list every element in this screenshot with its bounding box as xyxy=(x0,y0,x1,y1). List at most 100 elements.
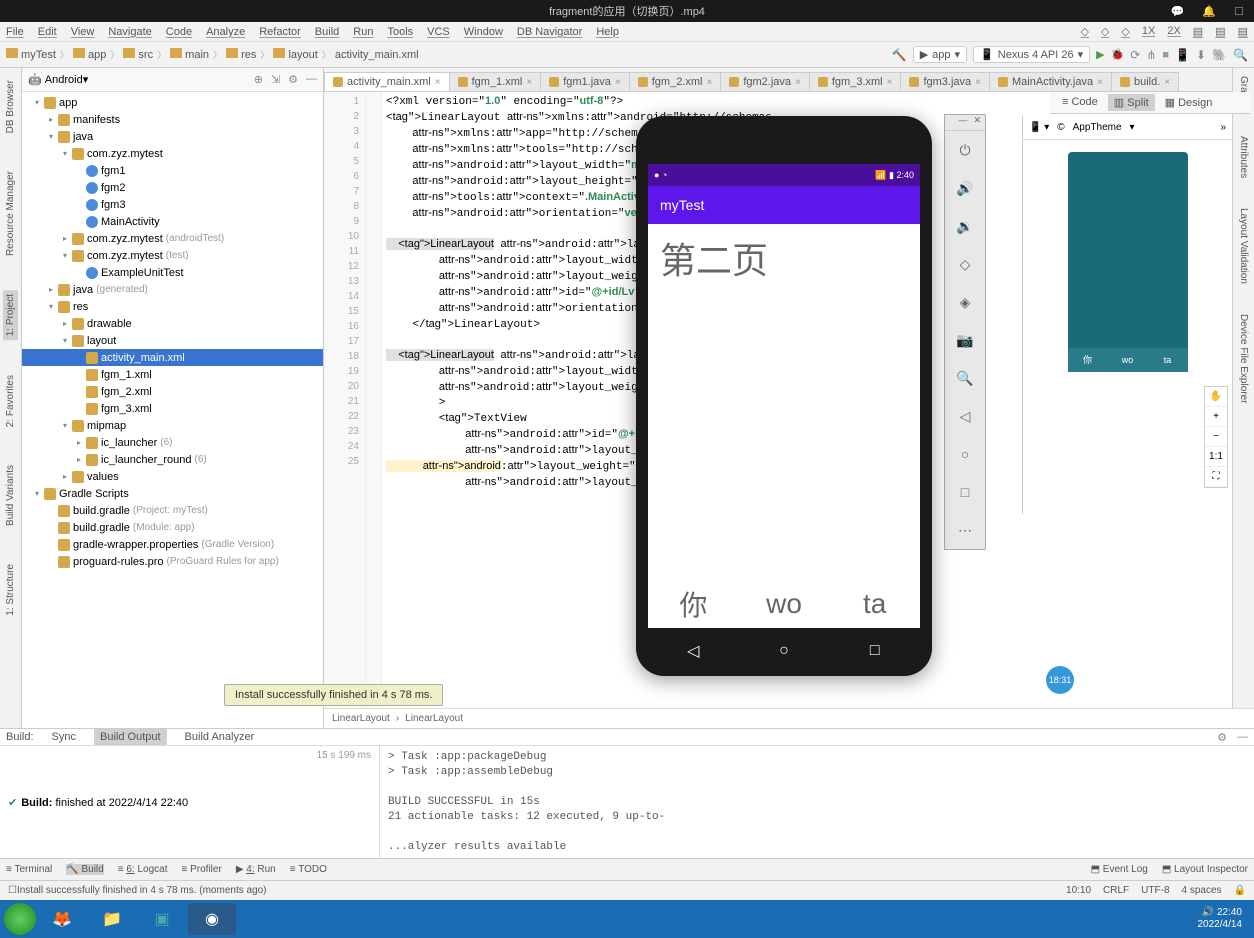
tab-1[interactable]: 你 xyxy=(648,580,739,628)
menu-db navigator[interactable]: DB Navigator xyxy=(517,26,582,38)
tree-item[interactable]: build.gradle (Project: myTest) xyxy=(22,502,323,519)
tree-item[interactable]: ▸ ic_launcher (6) xyxy=(22,434,323,451)
tree-item[interactable]: fgm3 xyxy=(22,196,323,213)
sdk-icon[interactable]: ⬇ xyxy=(1196,48,1206,62)
tab-3[interactable]: ta xyxy=(829,580,920,628)
tree-item[interactable]: ▾ java xyxy=(22,128,323,145)
tree-item[interactable]: ▾ Gradle Scripts xyxy=(22,485,323,502)
zoom-in[interactable]: + xyxy=(1205,407,1227,427)
editor-tab[interactable]: fgm_1.xml × xyxy=(449,72,542,91)
bottom-todo[interactable]: ≡ TODO xyxy=(290,864,327,875)
menu-navigate[interactable]: Navigate xyxy=(108,26,151,38)
attributes-tab[interactable]: Attributes xyxy=(1238,136,1249,178)
menu-build[interactable]: Build xyxy=(315,26,339,38)
breadcrumb-item[interactable]: main xyxy=(170,48,209,61)
zoom-icon[interactable]: 🔍 xyxy=(945,359,985,397)
tree-item[interactable]: build.gradle (Module: app) xyxy=(22,519,323,536)
device-explorer-tab[interactable]: Device File Explorer xyxy=(1238,314,1249,403)
tree-item[interactable]: ▾ layout xyxy=(22,332,323,349)
sync-tab[interactable]: Sync xyxy=(46,729,82,745)
more-icon[interactable]: ⋯ xyxy=(945,511,985,549)
zoom-real[interactable]: ⛶ xyxy=(1205,467,1227,487)
tree-item[interactable]: ▾ mipmap xyxy=(22,417,323,434)
editor-tab[interactable]: activity_main.xml × xyxy=(324,72,450,91)
sync-icon[interactable]: 🐘 xyxy=(1212,48,1227,62)
device-select[interactable]: 📱 ▾ xyxy=(1029,122,1049,133)
tree-item[interactable]: ▸ values xyxy=(22,468,323,485)
home-icon[interactable]: ○ xyxy=(945,435,985,473)
tree-item[interactable]: ▾ app xyxy=(22,94,323,111)
hide-icon[interactable]: — xyxy=(306,73,317,86)
menu-file[interactable]: File xyxy=(6,26,24,38)
tree-item[interactable]: ▾ com.zyz.mytest (test) xyxy=(22,247,323,264)
editor-breadcrumb[interactable]: LinearLayout › LinearLayout xyxy=(324,708,1254,728)
app-icon[interactable]: ▣ xyxy=(138,903,186,935)
favorites-tab[interactable]: 2: Favorites xyxy=(3,371,18,431)
tree-item[interactable]: fgm2 xyxy=(22,179,323,196)
resource-manager-tab[interactable]: Resource Manager xyxy=(3,167,18,260)
build-analyzer-tab[interactable]: Build Analyzer xyxy=(179,729,261,745)
menu-run[interactable]: Run xyxy=(353,26,373,38)
build-output-tab[interactable]: Build Output xyxy=(94,729,167,745)
code-view-button[interactable]: ≡ Code xyxy=(1056,94,1104,111)
breadcrumb-item[interactable]: myTest xyxy=(6,48,56,61)
editor-tab[interactable]: fgm2.java × xyxy=(720,72,810,91)
tree-item[interactable]: fgm_1.xml xyxy=(22,366,323,383)
avd-icon[interactable]: 📱 xyxy=(1175,48,1190,62)
tree-item[interactable]: ▾ res xyxy=(22,298,323,315)
tree-item[interactable]: ▾ com.zyz.mytest xyxy=(22,145,323,162)
breakpoint-gutter[interactable] xyxy=(366,92,382,708)
tab-2[interactable]: wo xyxy=(739,580,830,628)
bottom-terminal[interactable]: ≡ Terminal xyxy=(6,864,52,875)
tree-item[interactable]: ▸ ic_launcher_round (6) xyxy=(22,451,323,468)
gear-icon[interactable]: ⚙ xyxy=(288,73,298,86)
firefox-icon[interactable]: 🦊 xyxy=(38,903,86,935)
breadcrumb-item[interactable]: src xyxy=(123,48,153,61)
lock-icon[interactable]: 🔒 xyxy=(1234,885,1246,896)
run-config-device[interactable]: 📱 Nexus 4 API 26 ▾ xyxy=(973,46,1090,63)
hide-icon[interactable]: — xyxy=(1237,731,1248,744)
menu-refactor[interactable]: Refactor xyxy=(259,26,301,38)
menu-window[interactable]: Window xyxy=(464,26,503,38)
list-icon[interactable]: ▤ xyxy=(1193,25,1203,38)
gear-icon[interactable]: ⚙ xyxy=(1217,731,1227,744)
volume-up-icon[interactable]: 🔊 xyxy=(945,169,985,207)
breadcrumb-item[interactable]: app xyxy=(73,48,106,61)
tree-item[interactable]: ExampleUnitTest xyxy=(22,264,323,281)
tree-item[interactable]: ▸ com.zyz.mytest (androidTest) xyxy=(22,230,323,247)
layout-validation-tab[interactable]: Layout Validation xyxy=(1238,208,1249,284)
tree-item[interactable]: ▸ java (generated) xyxy=(22,281,323,298)
menu-help[interactable]: Help xyxy=(596,26,619,38)
editor-tab[interactable]: fgm3.java × xyxy=(900,72,990,91)
theme-select[interactable]: AppTheme xyxy=(1073,122,1122,133)
bell-icon[interactable]: 🔔 xyxy=(1202,5,1216,18)
editor-tab[interactable]: fgm_2.xml × xyxy=(629,72,722,91)
project-tree[interactable]: ▾ app▸ manifests▾ java▾ com.zyz.mytest f… xyxy=(22,92,323,728)
explorer-icon[interactable]: 📁 xyxy=(88,903,136,935)
menu-tools[interactable]: Tools xyxy=(387,26,413,38)
wand-icon[interactable]: ◇ xyxy=(1101,25,1109,38)
box-icon[interactable]: ☐ xyxy=(1234,5,1244,18)
nav-overview-icon[interactable]: □ xyxy=(829,634,920,668)
camera-icon[interactable]: 📷 xyxy=(945,321,985,359)
editor-tab[interactable]: build. × xyxy=(1111,72,1179,91)
design-view-button[interactable]: ▦ Design xyxy=(1159,94,1219,111)
bottom-logcat[interactable]: ≡ 6: Logcat xyxy=(118,864,168,875)
add-icon[interactable]: ⊕ xyxy=(254,73,263,86)
breadcrumb-item[interactable]: res xyxy=(226,48,256,61)
tree-item[interactable]: MainActivity xyxy=(22,213,323,230)
zoom-fit[interactable]: 1:1 xyxy=(1205,447,1227,467)
zoom-out[interactable]: − xyxy=(1205,427,1227,447)
tree-item[interactable]: activity_main.xml xyxy=(22,349,323,366)
menu-analyze[interactable]: Analyze xyxy=(206,26,245,38)
back-icon[interactable]: ◁ xyxy=(945,397,985,435)
menu-vcs[interactable]: VCS xyxy=(427,26,450,38)
bottom-profiler[interactable]: ≡ Profiler xyxy=(182,864,222,875)
minimize-icon[interactable]: — xyxy=(958,115,967,130)
collapse-icon[interactable]: ⇲ xyxy=(271,73,280,86)
run-icon[interactable]: ▶ xyxy=(1096,48,1104,61)
start-button[interactable] xyxy=(4,903,36,935)
breadcrumb-item[interactable]: layout xyxy=(273,48,317,61)
bottom-run[interactable]: ▶ 4: Run xyxy=(236,864,276,875)
debug-icon[interactable]: 🐞 xyxy=(1111,48,1125,61)
